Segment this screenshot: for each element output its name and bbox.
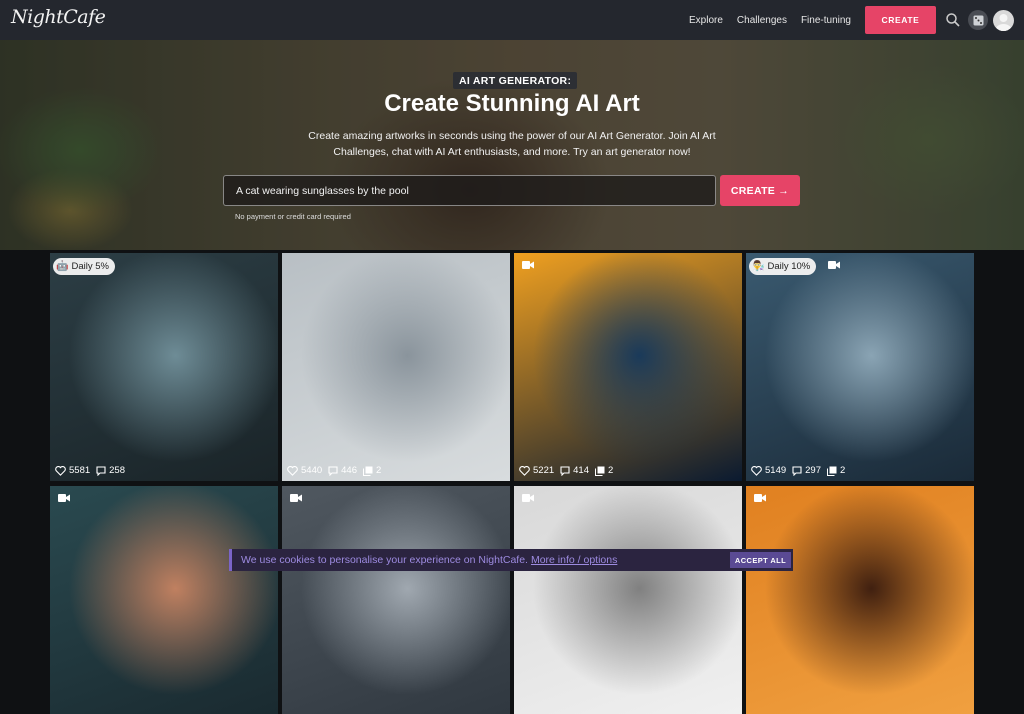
video-icon (290, 494, 302, 502)
comment-icon (560, 465, 570, 476)
accept-all-button[interactable]: ACCEPT ALL (730, 552, 791, 568)
heart-icon (55, 465, 66, 476)
no-payment-note: No payment or credit card required (235, 212, 351, 221)
avatar[interactable] (993, 10, 1014, 31)
heart-icon (287, 465, 298, 476)
video-icon (522, 261, 534, 269)
user-avatar-icon (996, 14, 1011, 31)
cookie-more-info-link[interactable]: More info / options (531, 554, 617, 566)
card-stats: 5581 258 (55, 465, 125, 476)
comments-count: 446 (341, 465, 357, 476)
gallery-card[interactable] (746, 486, 974, 714)
likes-count: 5221 (533, 465, 555, 476)
hero-badge: AI ART GENERATOR: (453, 72, 578, 89)
hero-title: Create Stunning AI Art (384, 90, 640, 117)
likes-stat[interactable]: 5581 (55, 465, 90, 476)
images-icon (827, 466, 837, 476)
cookie-banner: We use cookies to personalise your exper… (229, 549, 793, 571)
nav-fine-tuning[interactable]: Fine-tuning (801, 15, 851, 26)
images-stat: 2 (595, 465, 613, 476)
nav-create-button[interactable]: CREATE (865, 6, 936, 34)
card-stats: 5149 297 2 (751, 465, 845, 476)
gallery-card[interactable] (50, 486, 278, 714)
nav-challenges[interactable]: Challenges (737, 15, 787, 26)
likes-stat[interactable]: 5440 (287, 465, 322, 476)
daily-challenge-badge: 👨‍🔬 Daily 10% (749, 258, 817, 275)
search-icon[interactable] (945, 12, 961, 28)
gallery-card[interactable]: 🤖 Daily 5% 5581 258 (50, 253, 278, 481)
prompt-input[interactable]: A cat wearing sunglasses by the pool (223, 175, 716, 206)
video-icon (58, 494, 70, 502)
comment-icon (792, 465, 802, 476)
gallery-card[interactable] (282, 486, 510, 714)
comment-icon (328, 465, 338, 476)
top-navbar: NightCafe Explore Challenges Fine-tuning… (0, 0, 1024, 40)
nav-links: Explore Challenges Fine-tuning (689, 0, 865, 40)
comments-stat[interactable]: 297 (792, 465, 821, 476)
heart-icon (751, 465, 762, 476)
daily-badge-text: Daily 10% (767, 261, 811, 272)
likes-stat[interactable]: 5221 (519, 465, 554, 476)
images-stat: 2 (363, 465, 381, 476)
video-icon (828, 261, 840, 269)
card-stats: 5221 414 2 (519, 465, 613, 476)
comments-stat[interactable]: 258 (96, 465, 125, 476)
images-count: 2 (840, 465, 846, 476)
robot-icon: 🤖 (56, 261, 69, 272)
images-stat: 2 (827, 465, 845, 476)
comments-count: 297 (805, 465, 821, 476)
comment-icon (96, 465, 106, 476)
dice-icon (973, 15, 983, 25)
random-dice-button[interactable] (968, 10, 988, 30)
gallery-card[interactable] (514, 486, 742, 714)
nav-explore[interactable]: Explore (689, 15, 723, 26)
likes-count: 5440 (301, 465, 323, 476)
heart-icon (519, 465, 530, 476)
hero-create-button[interactable]: CREATE → (720, 175, 800, 206)
comments-stat[interactable]: 446 (328, 465, 357, 476)
nightcafe-logo[interactable]: NightCafe (11, 6, 106, 28)
likes-count: 5149 (765, 465, 787, 476)
comments-count: 414 (573, 465, 589, 476)
images-count: 2 (376, 465, 382, 476)
images-count: 2 (608, 465, 614, 476)
video-icon (754, 494, 766, 502)
gallery-card[interactable]: 5440 446 2 (282, 253, 510, 481)
daily-challenge-badge: 🤖 Daily 5% (53, 258, 115, 275)
likes-count: 5581 (69, 465, 91, 476)
images-icon (595, 466, 605, 476)
likes-stat[interactable]: 5149 (751, 465, 786, 476)
card-stats: 5440 446 2 (287, 465, 381, 476)
gallery-card[interactable]: 👨‍🔬 Daily 10% 5149 297 2 (746, 253, 974, 481)
cookie-text: We use cookies to personalise your exper… (241, 554, 528, 566)
daily-badge-text: Daily 5% (71, 261, 109, 272)
images-icon (363, 466, 373, 476)
video-icon (522, 494, 534, 502)
hero-section: AI ART GENERATOR: Create Stunning AI Art… (0, 40, 1024, 250)
comments-count: 258 (109, 465, 125, 476)
comments-stat[interactable]: 414 (560, 465, 589, 476)
hero-subtitle: Create amazing artworks in seconds using… (308, 130, 716, 158)
scientist-icon: 👨‍🔬 (752, 261, 765, 272)
gallery-card[interactable]: 5221 414 2 (514, 253, 742, 481)
